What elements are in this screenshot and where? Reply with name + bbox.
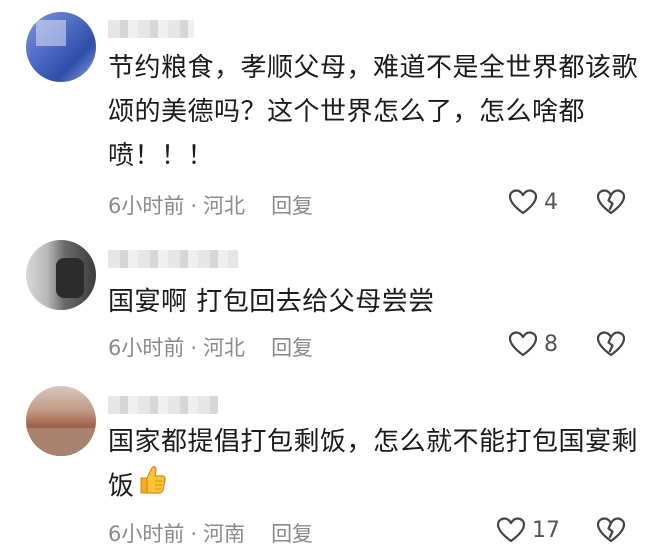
heart-icon [508,189,538,215]
separator: · [190,336,198,360]
comment-meta: 6小时前 · 河北 回复 [108,190,313,220]
reply-button[interactable]: 回复 [271,522,313,546]
avatar[interactable] [26,12,96,82]
heart-icon [496,517,526,543]
broken-heart-icon[interactable] [596,516,626,544]
comment-location: 河北 [203,194,246,218]
like-count: 8 [544,331,558,357]
like-count: 4 [544,189,558,215]
username-blurred[interactable] [108,20,194,38]
reply-button[interactable]: 回复 [271,336,313,360]
thumbs-up-icon [137,464,167,510]
comment-location: 河北 [203,336,246,360]
reply-button[interactable]: 回复 [271,194,313,218]
avatar[interactable] [26,386,96,456]
comment-time: 6小时前 [108,336,185,360]
username-blurred[interactable] [108,396,218,414]
comment-time: 6小时前 [108,522,185,546]
broken-heart-icon[interactable] [596,330,626,358]
comment-text-content: 国家都提倡打包剩饭，怎么就不能打包国宴剩饭 [108,427,639,502]
heart-icon [508,331,538,357]
comment-text: 节约粮食，孝顺父母，难道不是全世界都该歌颂的美德吗？这个世界怎么了，怎么啥都喷！… [108,53,639,171]
comment-text: 国家都提倡打包剩饭，怎么就不能打包国宴剩饭 [108,420,638,510]
like-button[interactable]: 4 [508,188,558,216]
avatar[interactable] [26,240,96,310]
comment-meta: 6小时前 · 河北 回复 [108,332,313,362]
broken-heart-icon[interactable] [596,188,626,216]
like-button[interactable]: 8 [508,330,558,358]
separator: · [190,522,198,546]
comment-text: 国宴啊 打包回去给父母尝尝 [108,287,435,317]
separator: · [190,194,198,218]
comment-location: 河南 [203,522,246,546]
like-button[interactable]: 17 [496,516,560,544]
like-count: 17 [532,517,560,543]
username-blurred[interactable] [108,250,238,268]
comment-time: 6小时前 [108,194,185,218]
comment-meta: 6小时前 · 河南 回复 [108,518,313,548]
